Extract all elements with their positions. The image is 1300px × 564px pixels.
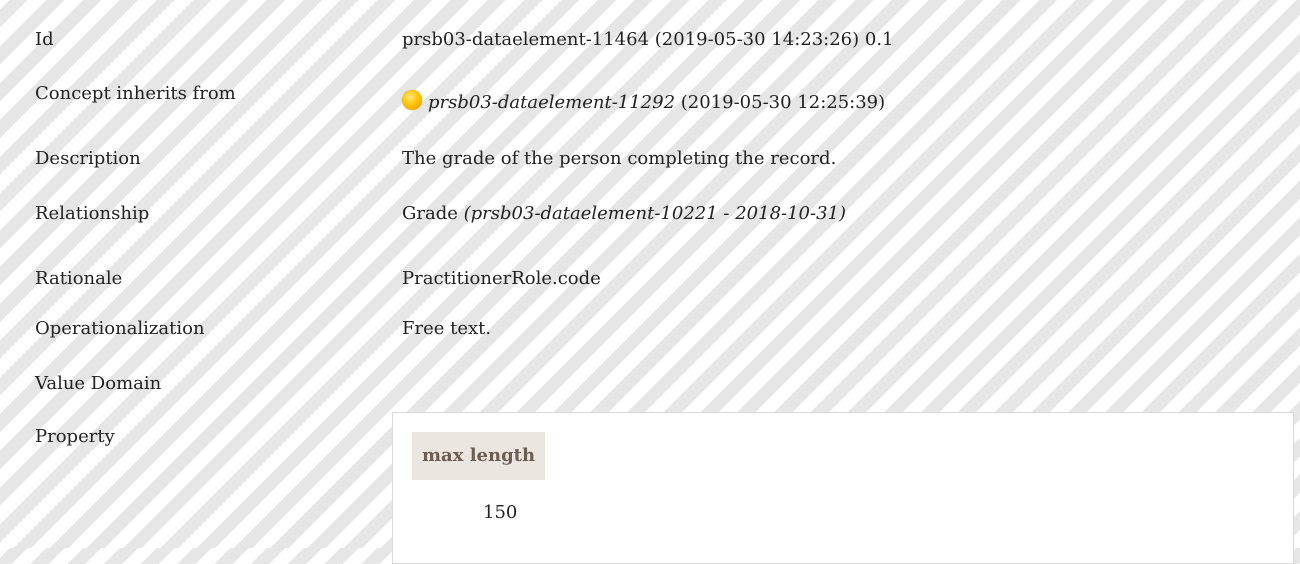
row-id: Id prsb03-dataelement-11464 (2019-05-30 …	[0, 28, 1300, 68]
inherited-concept-link[interactable]: prsb03-dataelement-11292	[428, 92, 675, 113]
value-rationale: PractitionerRole.code	[402, 268, 601, 289]
label-concept-inherits-from: Concept inherits from	[35, 83, 236, 104]
property-value-max-length: 150	[483, 502, 518, 523]
row-relationship: Relationship Grade (prsb03-dataelement-1…	[0, 202, 1300, 242]
label-rationale: Rationale	[35, 268, 123, 289]
value-id: prsb03-dataelement-11464 (2019-05-30 14:…	[402, 29, 894, 50]
value-description: The grade of the person completing the r…	[402, 148, 837, 169]
status-circle-icon	[402, 90, 422, 110]
row-value-domain: Value Domain	[0, 372, 1300, 412]
label-relationship: Relationship	[35, 203, 150, 224]
row-description: Description The grade of the person comp…	[0, 147, 1300, 187]
concept-detail-panel: Id prsb03-dataelement-11464 (2019-05-30 …	[0, 0, 1300, 564]
value-relationship: Grade (prsb03-dataelement-10221 - 2018-1…	[402, 202, 1282, 226]
label-operationalization: Operationalization	[35, 318, 205, 339]
label-id: Id	[35, 29, 54, 50]
label-value-domain: Value Domain	[35, 373, 162, 394]
value-concept-inherits-from: prsb03-dataelement-11292 (2019-05-30 12:…	[402, 90, 1282, 115]
relationship-name: Grade	[402, 203, 464, 224]
property-table: max length 150	[392, 412, 1294, 564]
label-property: Property	[35, 426, 115, 447]
label-description: Description	[35, 148, 141, 169]
row-concept-inherits-from: Concept inherits from prsb03-dataelement…	[0, 82, 1300, 122]
inherited-concept-date: (2019-05-30 12:25:39)	[675, 92, 886, 113]
value-operationalization: Free text.	[402, 318, 492, 339]
row-rationale: Rationale PractitionerRole.code	[0, 267, 1300, 307]
relationship-reference[interactable]: (prsb03-dataelement-10221 - 2018-10-31)	[464, 203, 846, 224]
property-header-max-length: max length	[412, 432, 546, 480]
row-operationalization: Operationalization Free text.	[0, 317, 1300, 357]
